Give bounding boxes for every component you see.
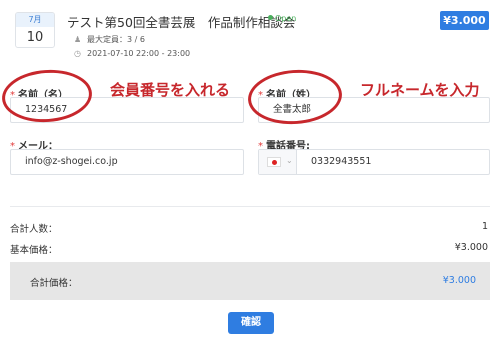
total-price-box: 合計価格： ¥3.000 [10,262,490,300]
annotation-text-right: フルネームを入力 [360,81,480,99]
status-badge: Open [268,14,296,23]
confirm-button[interactable]: 確認 [228,312,274,334]
summary-base-row: 基本価格： ¥3.000 [10,242,490,256]
email-input[interactable]: info@z-shogei.co.jp [10,149,244,175]
total-price-value: ¥3.000 [442,275,476,286]
status-dot [268,15,273,20]
base-price-label: 基本価格： [10,245,58,256]
event-capacity: ♟ 最大定員：3 / 6 [74,34,145,45]
count-value: 1 [481,221,488,232]
event-day: 10 [26,30,44,45]
event-title: テスト第50回全書芸展 作品制作相談会 [67,15,296,30]
count-label: 合計人数： [10,224,58,235]
total-price-label: 合計価格： [30,278,78,289]
user-icon: ♟ [74,35,82,44]
event-time: ◷ 2021-07-10 22:00 - 23:00 [74,49,190,58]
price-badge: ¥3.000 [440,11,489,30]
event-date-box: 7月 10 [15,12,55,48]
japan-flag-icon [267,157,281,167]
capacity-text: 最大定員：3 / 6 [87,35,145,44]
clock-icon: ◷ [74,49,81,58]
annotation-text-left: 会員番号を入れる [110,81,231,99]
status-label: Open [275,14,297,23]
event-month: 7月 [16,13,54,27]
summary-count-row: 合計人数： 1 [10,221,490,235]
chevron-down-icon: ⌄ [286,156,293,165]
summary-divider [10,206,490,207]
datetime-text: 2021-07-10 22:00 - 23:00 [87,49,191,58]
base-price-value: ¥3.000 [454,242,488,253]
country-code-select[interactable]: ⌄ [259,150,297,174]
